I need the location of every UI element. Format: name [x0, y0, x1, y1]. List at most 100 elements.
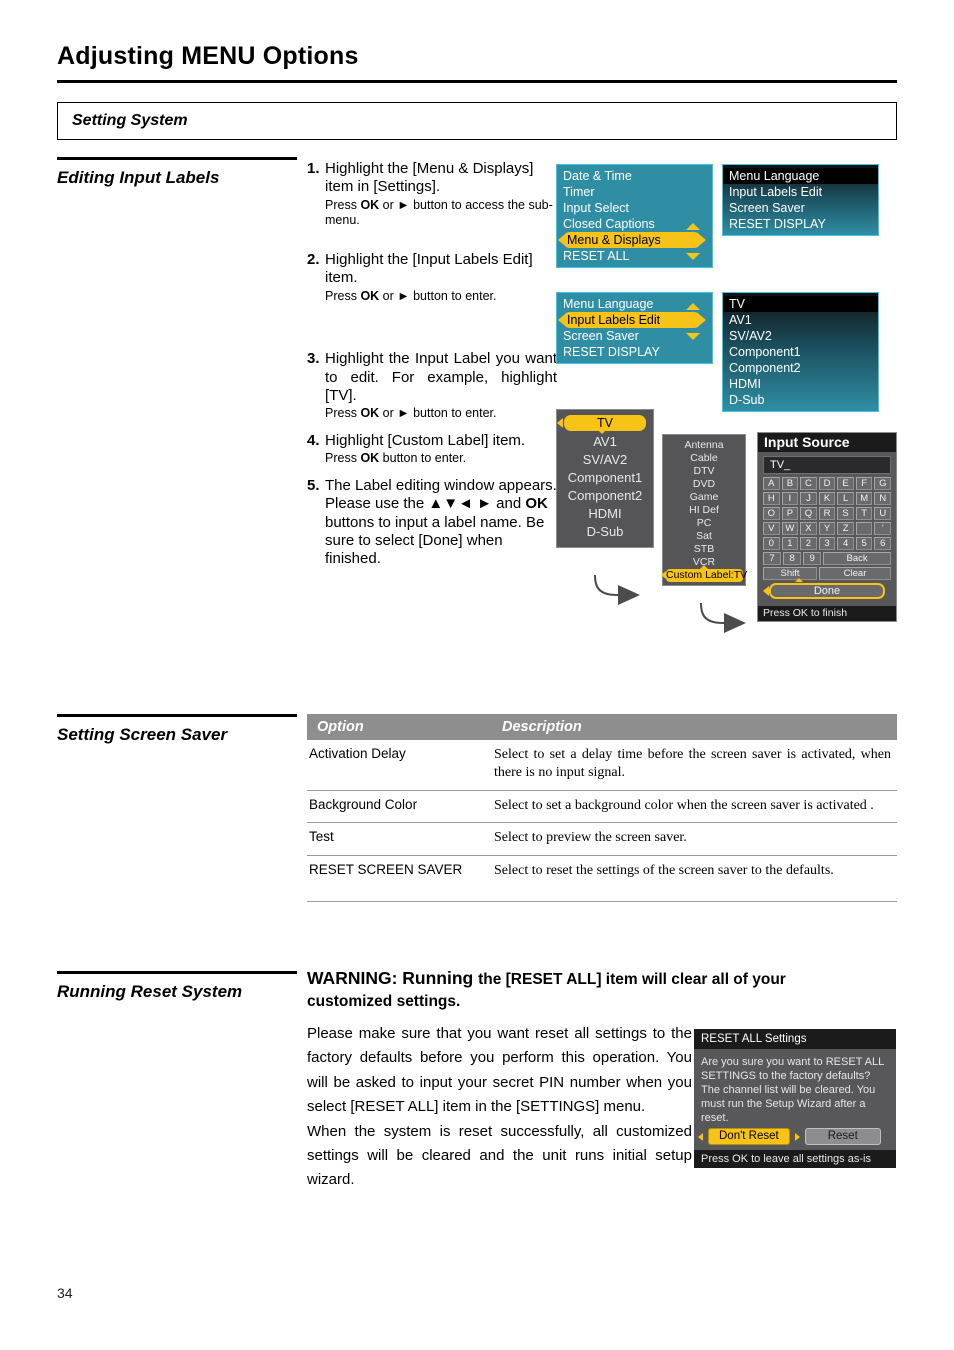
input-label-item-component2[interactable]: Component2 [557, 487, 653, 505]
input-item-svav2[interactable]: SV/AV2 [723, 328, 878, 344]
submenu-item-reset-display[interactable]: RESET DISPLAY [723, 216, 878, 232]
key-2[interactable]: 2 [800, 537, 817, 550]
menu-item-screen-saver[interactable]: Screen Saver [557, 328, 712, 344]
dont-reset-button[interactable]: Don't Reset [708, 1128, 790, 1146]
input-label-item-hdmi[interactable]: HDMI [557, 505, 653, 523]
key-9[interactable]: 9 [803, 552, 822, 565]
submenu-item-menu-language[interactable]: Menu Language [723, 168, 878, 184]
osd-settings-menu[interactable]: Date & Time Timer Input Select Closed Ca… [556, 164, 713, 268]
osd-custom-label-list[interactable]: Antenna Cable DTV DVD Game HI Def PC Sat… [661, 434, 747, 586]
key-1[interactable]: 1 [781, 537, 799, 550]
key-k[interactable]: K [818, 492, 836, 505]
menu-item-closed-captions[interactable]: Closed Captions [557, 216, 712, 232]
key-t[interactable]: T [855, 507, 873, 520]
menu-item-date-time[interactable]: Date & Time [557, 168, 712, 184]
table-cell-description: Select to set a background color when th… [492, 790, 897, 824]
key-f[interactable]: F [855, 477, 873, 490]
input-item-av1[interactable]: AV1 [723, 312, 878, 328]
key-5[interactable]: 5 [855, 537, 873, 550]
key-3[interactable]: 3 [818, 537, 836, 550]
key-6[interactable]: 6 [874, 537, 892, 550]
key-v[interactable]: V [763, 522, 780, 535]
input-label-item-tv[interactable]: TV [557, 415, 646, 434]
label-item-antenna[interactable]: Antenna [663, 439, 745, 452]
key-apostrophe[interactable]: ’ [874, 522, 892, 535]
key-x[interactable]: X [800, 522, 817, 535]
key-clear[interactable]: Clear [819, 567, 891, 580]
key-h[interactable]: H [763, 492, 780, 505]
menu-item-timer[interactable]: Timer [557, 184, 712, 200]
step-1: 1. Highlight the [Menu & Displays] item … [307, 160, 557, 229]
label-item-dvd[interactable]: DVD [663, 478, 745, 491]
osd-input-list[interactable]: TV AV1 SV/AV2 Component1 Component2 HDMI… [722, 292, 879, 412]
key-o[interactable]: O [763, 507, 780, 520]
menu-item-reset-all[interactable]: RESET ALL [557, 248, 712, 264]
key-n[interactable]: N [874, 492, 892, 505]
input-item-dsub[interactable]: D-Sub [723, 392, 878, 408]
label-item-hidef[interactable]: HI Def [663, 504, 745, 517]
input-label-item-svav2[interactable]: SV/AV2 [557, 451, 653, 469]
key-z[interactable]: Z [837, 522, 854, 535]
input-source-dialog[interactable]: Input Source TV_ A B C D E F G H I J K L… [757, 432, 897, 622]
sub-pre: Press [325, 451, 361, 466]
label-item-sat[interactable]: Sat [663, 530, 745, 543]
submenu-item-input-labels-edit[interactable]: Input Labels Edit [723, 184, 878, 200]
input-item-component2[interactable]: Component2 [723, 360, 878, 376]
heading-editing-input-labels: Editing Input Labels [57, 157, 297, 188]
key-j[interactable]: J [800, 492, 817, 505]
key-w[interactable]: W [781, 522, 799, 535]
input-item-hdmi[interactable]: HDMI [723, 376, 878, 392]
key-e[interactable]: E [837, 477, 854, 490]
key-8[interactable]: 8 [783, 552, 802, 565]
submenu-item-screen-saver[interactable]: Screen Saver [723, 200, 878, 216]
osd-menu-displays-menu[interactable]: Menu Language Input Labels Edit Screen S… [556, 292, 713, 364]
key-shift[interactable]: Shift [763, 567, 818, 580]
osd-input-label-list[interactable]: TV AV1 SV/AV2 Component1 Component2 HDMI… [556, 409, 654, 548]
table-row: RESET SCREEN SAVER Select to reset the s… [307, 855, 897, 902]
key-b[interactable]: B [781, 477, 799, 490]
keyboard-row-4: V W X Y Z ’ [763, 522, 892, 535]
label-item-pc[interactable]: PC [663, 517, 745, 530]
key-l[interactable]: L [837, 492, 854, 505]
menu-item-menu-displays[interactable]: Menu & Displays [558, 232, 706, 248]
key-y[interactable]: Y [818, 522, 836, 535]
on-screen-keyboard[interactable]: A B C D E F G H I J K L M N O P Q R S T … [758, 477, 896, 606]
input-label-item-component1[interactable]: Component1 [557, 469, 653, 487]
input-label-item-av1[interactable]: AV1 [557, 433, 653, 451]
reset-all-dialog[interactable]: RESET ALL Settings Are you sure you want… [694, 1029, 896, 1169]
osd-menu-displays-submenu[interactable]: Menu Language Input Labels Edit Screen S… [722, 164, 879, 236]
input-item-component1[interactable]: Component1 [723, 344, 878, 360]
menu-item-input-select[interactable]: Input Select [557, 200, 712, 216]
key-done[interactable]: Done [763, 578, 885, 599]
key-s[interactable]: S [837, 507, 854, 520]
scroll-down-icon [686, 253, 700, 260]
input-item-tv[interactable]: TV [723, 296, 878, 312]
key-c[interactable]: C [800, 477, 817, 490]
label-item-stb[interactable]: STB [663, 543, 745, 556]
key-q[interactable]: Q [800, 507, 817, 520]
key-7[interactable]: 7 [763, 552, 782, 565]
key-4[interactable]: 4 [837, 537, 854, 550]
reset-button[interactable]: Reset [804, 1128, 881, 1146]
key-m[interactable]: M [855, 492, 873, 505]
key-d[interactable]: D [818, 477, 836, 490]
key-space[interactable] [855, 522, 873, 535]
steps-list: 1. Highlight the [Menu & Displays] item … [307, 160, 557, 575]
label-item-dtv[interactable]: DTV [663, 465, 745, 478]
menu-item-reset-display[interactable]: RESET DISPLAY [557, 344, 712, 360]
key-u[interactable]: U [874, 507, 892, 520]
key-a[interactable]: A [763, 477, 780, 490]
key-0[interactable]: 0 [763, 537, 780, 550]
input-label-item-dsub[interactable]: D-Sub [557, 523, 653, 541]
key-i[interactable]: I [781, 492, 799, 505]
label-item-custom-label[interactable]: Custom Label:TV [661, 565, 747, 582]
key-r[interactable]: R [818, 507, 836, 520]
label-item-cable[interactable]: Cable [663, 452, 745, 465]
menu-item-menu-language[interactable]: Menu Language [557, 296, 712, 312]
key-g[interactable]: G [874, 477, 892, 490]
label-item-game[interactable]: Game [663, 491, 745, 504]
key-back[interactable]: Back [823, 552, 892, 565]
label-text-input[interactable]: TV_ [763, 456, 891, 474]
key-p[interactable]: P [781, 507, 799, 520]
menu-item-input-labels-edit[interactable]: Input Labels Edit [558, 312, 706, 328]
